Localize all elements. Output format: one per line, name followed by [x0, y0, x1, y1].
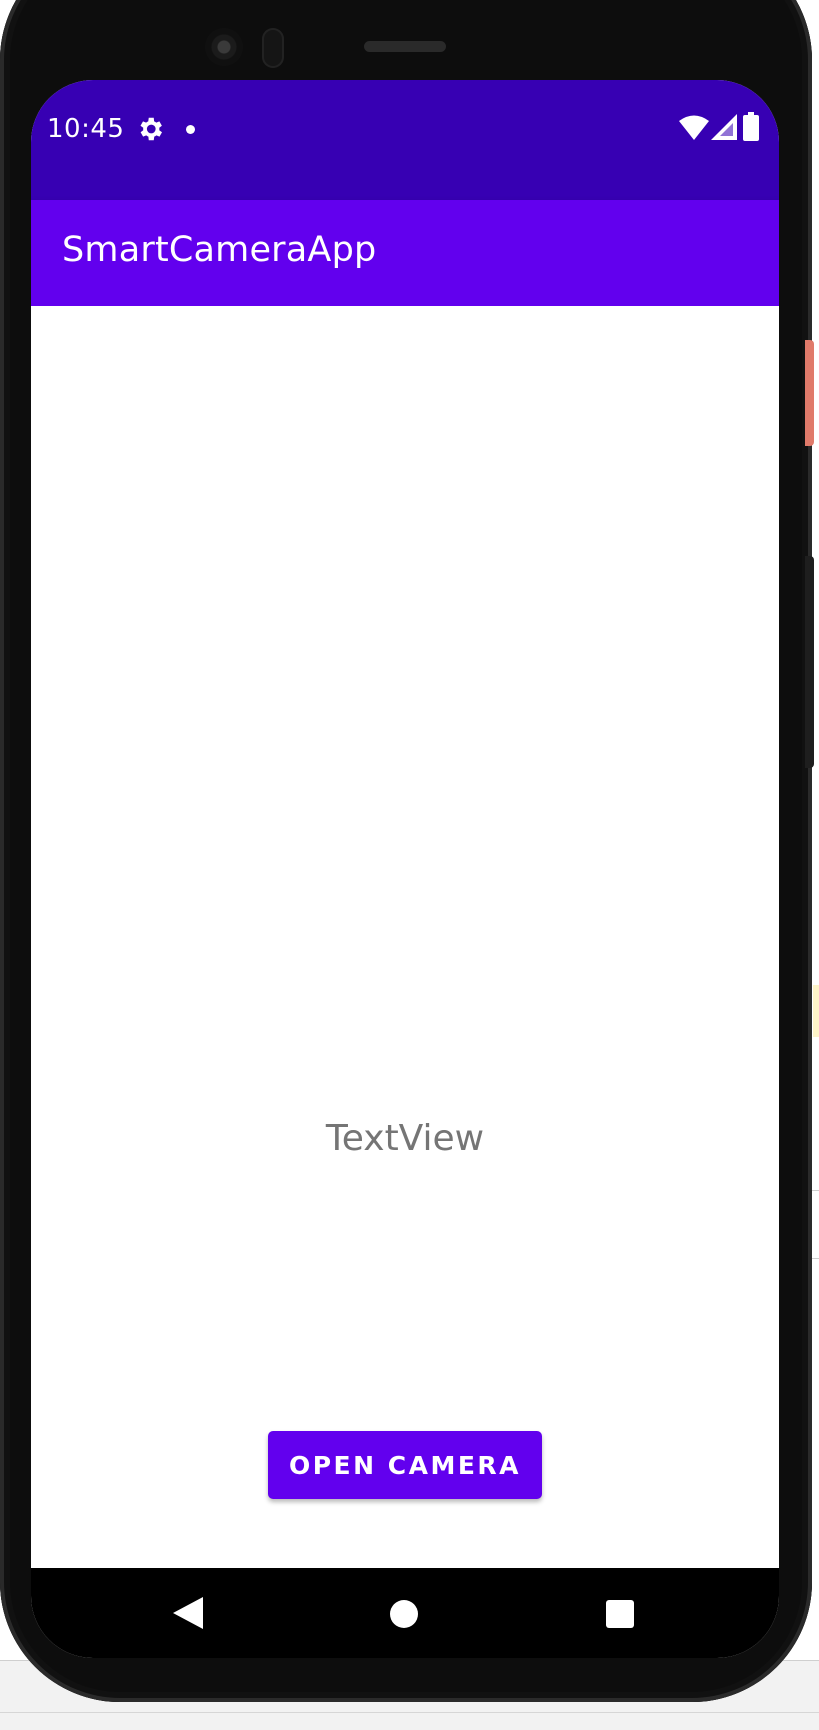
main-content: TextView OPEN CAMERA	[31, 306, 779, 1568]
canvas-divider	[0, 1712, 819, 1713]
text-view: TextView	[325, 1118, 485, 1159]
navigation-bar	[31, 1568, 779, 1658]
back-icon[interactable]	[173, 1597, 203, 1629]
home-icon[interactable]	[390, 1600, 418, 1628]
front-camera	[205, 28, 243, 66]
power-button[interactable]	[805, 340, 814, 446]
canvas-marker	[813, 985, 819, 1037]
gear-icon	[140, 117, 162, 141]
cell-signal-icon	[711, 114, 737, 140]
recent-apps-icon[interactable]	[606, 1600, 634, 1628]
earpiece-speaker	[364, 41, 446, 52]
app-bar: SmartCameraApp	[31, 200, 779, 306]
app-title: SmartCameraApp	[62, 230, 377, 270]
status-bar: 10:45	[31, 80, 779, 200]
device-screen: 10:45 SmartCameraApp TextView OPEN CAMER…	[31, 80, 779, 1658]
volume-button[interactable]	[805, 556, 814, 768]
open-camera-button[interactable]: OPEN CAMERA	[268, 1431, 542, 1499]
status-time: 10:45	[47, 114, 125, 144]
battery-icon	[743, 112, 759, 141]
notification-dot-icon	[186, 125, 195, 134]
wifi-icon	[679, 115, 709, 140]
proximity-sensor	[262, 28, 284, 68]
